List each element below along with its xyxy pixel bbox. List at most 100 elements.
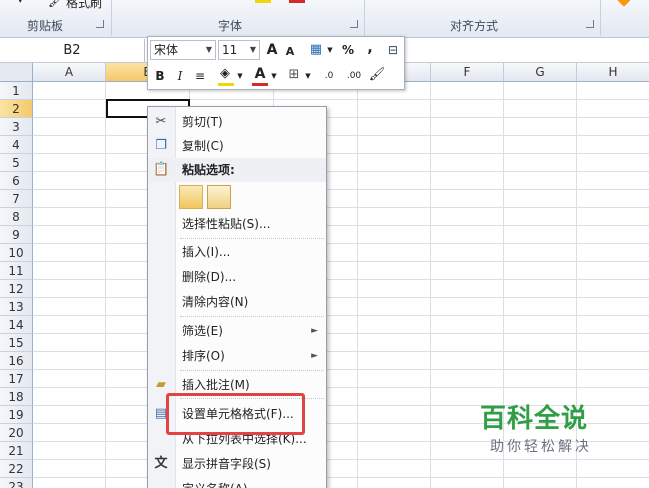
decrease-decimal-button[interactable]: .00	[342, 66, 366, 86]
merge-center-icon[interactable]: ⊟	[384, 40, 402, 60]
percent-button[interactable]: %	[340, 40, 356, 60]
format-painter-button[interactable]: 格式刷	[66, 0, 102, 11]
menu-item-label: 筛选(E)	[182, 324, 223, 338]
row-header-15[interactable]: 15	[0, 334, 33, 352]
accounting-chevron-icon[interactable]: ▼	[326, 40, 334, 60]
menu-item-cut[interactable]: ✂ 剪切(T)	[148, 110, 326, 134]
italic-button[interactable]: I	[172, 66, 188, 86]
grid-hline	[33, 261, 649, 262]
row-header-9[interactable]: 9	[0, 226, 33, 244]
align-center-icon[interactable]: ≡	[192, 66, 208, 86]
format-painter-icon[interactable]: 🖌	[368, 65, 386, 85]
borders-icon[interactable]: ⊞	[286, 65, 302, 85]
group-label-alignment: 对齐方式	[450, 19, 499, 33]
row-header-2[interactable]: 2	[0, 100, 33, 118]
annotation-highlight-box	[166, 393, 305, 435]
menu-item-sort[interactable]: 排序(O) ►	[148, 344, 326, 368]
menu-item-filter[interactable]: 筛选(E) ►	[148, 319, 326, 343]
accounting-format-icon[interactable]: ▦	[306, 40, 326, 60]
row-header-23[interactable]: 23	[0, 478, 33, 488]
menu-item-label: 清除内容(N)	[182, 295, 249, 309]
comma-button[interactable]: ,	[364, 38, 376, 58]
number-group-icon[interactable]: 🔶	[617, 0, 631, 7]
menu-item-insert[interactable]: 插入(I)...	[148, 240, 326, 264]
font-dialog-launcher-icon[interactable]	[350, 20, 358, 28]
row-header-16[interactable]: 16	[0, 352, 33, 370]
row-header-19[interactable]: 19	[0, 406, 33, 424]
row-header-11[interactable]: 11	[0, 262, 33, 280]
menu-item-paste-special[interactable]: 选择性粘贴(S)...	[148, 212, 326, 236]
name-box[interactable]: B2	[0, 39, 145, 62]
grid-hline	[33, 315, 649, 316]
font-color-chevron-icon[interactable]: ▼	[270, 66, 278, 86]
shrink-font-button[interactable]: A	[283, 42, 297, 62]
column-header-f[interactable]: F	[431, 63, 504, 82]
row-header-13[interactable]: 13	[0, 298, 33, 316]
grid-vline	[430, 82, 431, 488]
submenu-arrow-icon: ►	[311, 351, 318, 361]
row-header-1[interactable]: 1	[0, 82, 33, 100]
grow-font-button[interactable]: A	[264, 40, 280, 60]
clipboard-dialog-launcher-icon[interactable]	[96, 20, 104, 28]
grid-hline	[33, 279, 649, 280]
paste-option-values-icon[interactable]	[207, 185, 231, 209]
increase-decimal-button[interactable]: .0	[318, 66, 340, 86]
row-header-22[interactable]: 22	[0, 460, 33, 478]
font-size-combo[interactable]: 11 ▼	[218, 40, 260, 60]
menu-item-label: 剪切(T)	[182, 115, 223, 129]
font-color-button[interactable]: A	[252, 64, 268, 84]
row-header-10[interactable]: 10	[0, 244, 33, 262]
grid-hline	[33, 297, 649, 298]
menu-item-label: 选择性粘贴(S)...	[182, 217, 271, 231]
column-header-a[interactable]: A	[33, 63, 106, 82]
row-header-4[interactable]: 4	[0, 136, 33, 154]
select-all-corner[interactable]	[0, 63, 33, 82]
alignment-dialog-launcher-icon[interactable]	[586, 20, 594, 28]
menu-item-delete[interactable]: 删除(D)...	[148, 265, 326, 289]
row-header-8[interactable]: 8	[0, 208, 33, 226]
row-header-5[interactable]: 5	[0, 154, 33, 172]
row-header-12[interactable]: 12	[0, 280, 33, 298]
fill-color-bar	[218, 83, 234, 86]
column-header-g[interactable]: G	[504, 63, 577, 82]
grid-hline	[33, 135, 649, 136]
font-color-bar	[252, 83, 268, 86]
chevron-down-icon[interactable]: ▼	[206, 41, 212, 59]
grid-hline	[33, 243, 649, 244]
grid-hline	[33, 171, 649, 172]
row-header-17[interactable]: 17	[0, 370, 33, 388]
menu-item-copy[interactable]: ❐ 复制(C)	[148, 134, 326, 158]
menu-item-clear-contents[interactable]: 清除内容(N)	[148, 290, 326, 314]
row-header-3[interactable]: 3	[0, 118, 33, 136]
row-header-18[interactable]: 18	[0, 388, 33, 406]
row-header-21[interactable]: 21	[0, 442, 33, 460]
menu-item-label: 显示拼音字段(S)	[182, 457, 271, 471]
font-name-value: 宋体	[154, 43, 179, 57]
fill-color-icon[interactable]: ◈	[216, 64, 234, 84]
font-name-combo[interactable]: 宋体 ▼	[150, 40, 216, 60]
row-header-14[interactable]: 14	[0, 316, 33, 334]
scissors-icon: ✂	[155, 114, 167, 129]
row-header-7[interactable]: 7	[0, 190, 33, 208]
font-size-value: 11	[222, 43, 238, 57]
menu-item-show-phonetic[interactable]: 文 显示拼音字段(S)	[148, 452, 326, 476]
grid-hline	[33, 189, 649, 190]
watermark-subtitle: 助你轻松解决	[490, 439, 592, 455]
font-color-swatch	[289, 0, 305, 3]
menu-item-define-name[interactable]: 定义名称(A)...	[148, 477, 326, 488]
row-header-20[interactable]: 20	[0, 424, 33, 442]
bold-button[interactable]: B	[152, 66, 168, 86]
menu-header-paste-options: 📋 粘贴选项:	[148, 158, 326, 182]
chevron-down-icon[interactable]: ▼	[250, 41, 256, 59]
format-painter-icon[interactable]: 🖌	[48, 0, 63, 8]
paste-option-keep-source-icon[interactable]	[179, 185, 203, 209]
paste-icon: 📋	[153, 162, 170, 177]
fill-chevron-icon[interactable]: ▼	[236, 66, 244, 86]
borders-chevron-icon[interactable]: ▼	[304, 66, 312, 86]
collapse-chevron-icon[interactable]: ▾	[18, 0, 23, 6]
column-header-h[interactable]: H	[577, 63, 649, 82]
row-header-6[interactable]: 6	[0, 172, 33, 190]
copy-icon: ❐	[155, 138, 167, 153]
phonetic-icon: 文	[154, 456, 168, 471]
menu-separator	[180, 370, 324, 371]
